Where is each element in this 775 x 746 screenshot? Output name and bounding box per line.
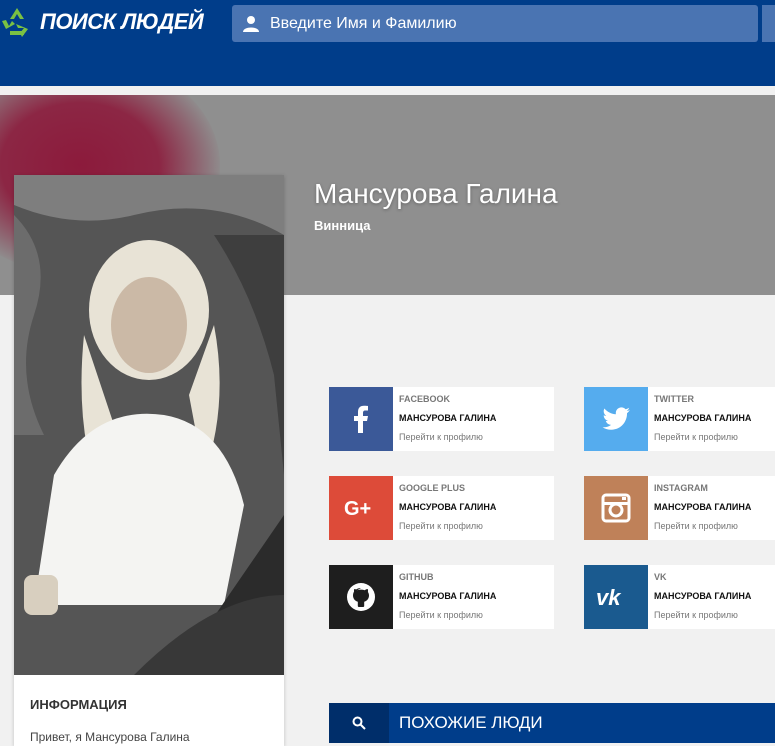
search-icon xyxy=(329,703,389,743)
social-name: МАНСУРОВА ГАЛИНА xyxy=(399,502,497,512)
social-name: МАНСУРОВА ГАЛИНА xyxy=(654,591,752,601)
social-card-google-plus[interactable]: G+ GOOGLE PLUS МАНСУРОВА ГАЛИНА Перейти … xyxy=(329,476,554,540)
social-name: МАНСУРОВА ГАЛИНА xyxy=(654,413,752,423)
svg-text:G+: G+ xyxy=(344,498,371,519)
top-navbar: ПОИСК ЛЮДЕЙ xyxy=(0,0,775,86)
google-plus-icon: G+ xyxy=(329,476,393,540)
social-network-label: TWITTER xyxy=(654,394,694,404)
social-network-label: INSTAGRAM xyxy=(654,483,708,493)
recycle-logo-icon xyxy=(2,8,28,37)
info-title: ИНФОРМАЦИЯ xyxy=(30,697,127,712)
social-card-vk[interactable]: vk VK МАНСУРОВА ГАЛИНА Перейти к профилю xyxy=(584,565,775,629)
social-profile-link[interactable]: Перейти к профилю xyxy=(654,432,751,442)
search-button[interactable] xyxy=(762,5,775,42)
social-network-label: GITHUB xyxy=(399,572,434,582)
social-card-github[interactable]: GITHUB МАНСУРОВА ГАЛИНА Перейти к профил… xyxy=(329,565,554,629)
photo-illustration xyxy=(14,175,284,675)
social-network-label: VK xyxy=(654,572,667,582)
social-card-twitter[interactable]: TWITTER МАНСУРОВА ГАЛИНА Перейти к профи… xyxy=(584,387,775,451)
vk-icon: vk xyxy=(584,565,648,629)
similar-people-title: ПОХОЖИЕ ЛЮДИ xyxy=(399,713,543,732)
instagram-icon xyxy=(584,476,648,540)
facebook-icon xyxy=(329,387,393,451)
social-profile-link[interactable]: Перейти к профилю xyxy=(399,610,496,620)
social-name: МАНСУРОВА ГАЛИНА xyxy=(399,591,497,601)
social-profile-link[interactable]: Перейти к профилю xyxy=(399,432,496,442)
social-network-label: FACEBOOK xyxy=(399,394,451,404)
profile-city: Винница xyxy=(314,218,371,233)
social-card-facebook[interactable]: FACEBOOK МАНСУРОВА ГАЛИНА Перейти к проф… xyxy=(329,387,554,451)
social-profile-link[interactable]: Перейти к профилю xyxy=(399,521,496,531)
logo-text: ПОИСК ЛЮДЕЙ xyxy=(40,9,204,34)
info-text: Привет, я Мансурова Галина xyxy=(30,730,190,744)
svg-text:vk: vk xyxy=(596,586,622,608)
site-logo[interactable]: ПОИСК ЛЮДЕЙ xyxy=(0,3,204,41)
twitter-icon xyxy=(584,387,648,451)
profile-name: Мансурова Галина xyxy=(314,178,558,209)
user-icon xyxy=(243,15,259,32)
profile-card: ИНФОРМАЦИЯ Привет, я Мансурова Галина xyxy=(14,175,284,746)
social-name: МАНСУРОВА ГАЛИНА xyxy=(399,413,497,423)
github-icon xyxy=(329,565,393,629)
social-name: МАНСУРОВА ГАЛИНА xyxy=(654,502,752,512)
profile-photo xyxy=(14,175,284,675)
similar-people-header[interactable]: ПОХОЖИЕ ЛЮДИ xyxy=(329,703,775,743)
social-profile-link[interactable]: Перейти к профилю xyxy=(654,521,751,531)
search-bar[interactable] xyxy=(232,5,758,42)
social-network-label: GOOGLE PLUS xyxy=(399,483,466,493)
social-profile-link[interactable]: Перейти к профилю xyxy=(654,610,751,620)
social-card-instagram[interactable]: INSTAGRAM МАНСУРОВА ГАЛИНА Перейти к про… xyxy=(584,476,775,540)
search-input[interactable] xyxy=(270,14,710,33)
